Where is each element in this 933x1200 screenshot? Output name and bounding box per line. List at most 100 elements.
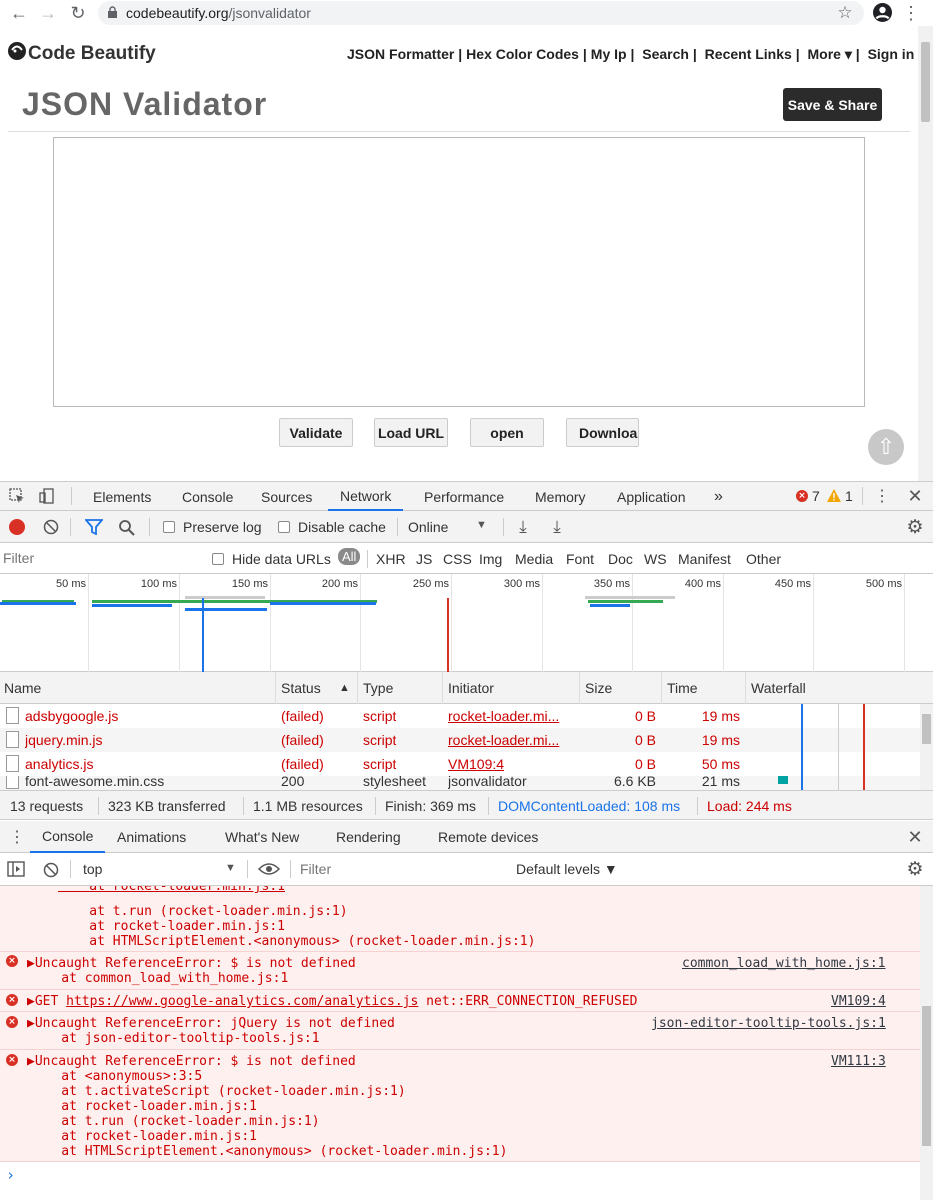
- network-filter-input[interactable]: [3, 547, 196, 569]
- forward-arrow-icon[interactable]: →: [37, 2, 59, 24]
- bookmark-star-icon[interactable]: ☆: [834, 2, 856, 24]
- reload-icon[interactable]: ↻: [67, 2, 89, 24]
- console-filter-input[interactable]: [300, 858, 505, 880]
- drawer-tab-animations[interactable]: Animations: [117, 821, 186, 853]
- row-initiator-link[interactable]: rocket-loader.mi...: [448, 732, 576, 748]
- row-initiator-link[interactable]: VM109:4: [448, 756, 576, 772]
- open-button[interactable]: open: [470, 418, 544, 447]
- filter-doc[interactable]: Doc: [608, 551, 633, 567]
- nav-search[interactable]: Search |: [642, 46, 697, 62]
- close-devtools-icon[interactable]: ✕: [905, 485, 925, 507]
- filter-media[interactable]: Media: [515, 551, 553, 567]
- error-text[interactable]: ▶Uncaught ReferenceError: $ is not defin…: [27, 1054, 356, 1069]
- json-input-textarea[interactable]: [53, 137, 865, 407]
- error-text[interactable]: ▶Uncaught ReferenceError: $ is not defin…: [27, 956, 356, 971]
- drawer-menu-icon[interactable]: ⋮: [9, 828, 25, 846]
- error-text[interactable]: ▶GET https://www.google-analytics.com/an…: [27, 994, 638, 1009]
- close-drawer-icon[interactable]: ✕: [905, 826, 925, 848]
- show-sidebar-icon[interactable]: [7, 861, 27, 879]
- sort-ascending-icon[interactable]: ▲: [339, 682, 350, 694]
- error-count-icon[interactable]: ×: [796, 490, 808, 502]
- stack-frame[interactable]: at common_load_with_home.js:1: [30, 971, 288, 986]
- col-name[interactable]: Name: [4, 680, 41, 696]
- network-overview-timeline[interactable]: 50 ms 100 ms 150 ms 200 ms 250 ms 300 ms…: [0, 574, 933, 672]
- devtools-menu-icon[interactable]: ⋮: [874, 485, 890, 507]
- nav-hex-color-codes[interactable]: Hex Color Codes |: [466, 46, 587, 62]
- row-initiator[interactable]: jsonvalidator: [448, 776, 576, 789]
- col-type[interactable]: Type: [363, 680, 393, 696]
- filter-css[interactable]: CSS: [443, 551, 472, 567]
- row-initiator-link[interactable]: rocket-loader.mi...: [448, 708, 576, 724]
- eye-icon[interactable]: [257, 862, 281, 876]
- table-row[interactable]: analytics.js (failed) script VM109:4 0 B…: [0, 752, 920, 776]
- network-settings-gear-icon[interactable]: ⚙: [905, 517, 925, 538]
- stack-frame[interactable]: at <anonymous>:3:5: [30, 1069, 202, 1084]
- clear-console-icon[interactable]: [42, 861, 60, 879]
- save-share-button[interactable]: Save & Share: [783, 88, 882, 121]
- filter-other[interactable]: Other: [746, 551, 781, 567]
- col-waterfall[interactable]: Waterfall: [751, 680, 806, 696]
- warning-count-icon[interactable]: [827, 489, 841, 502]
- col-status[interactable]: Status: [281, 680, 321, 696]
- load-url-button[interactable]: Load URL: [374, 418, 448, 447]
- kebab-menu-icon[interactable]: ⋮: [902, 2, 920, 24]
- console-output[interactable]: at rocket-loader.min.js:1 at t.run (rock…: [0, 886, 920, 1200]
- tab-console[interactable]: Console: [182, 482, 233, 511]
- stack-frame[interactable]: at t.run (rocket-loader.min.js:1): [30, 1114, 319, 1129]
- stack-frame[interactable]: at t.activateScript (rocket-loader.min.j…: [30, 1084, 405, 1099]
- scrollbar-thumb[interactable]: [922, 1006, 931, 1146]
- filter-all[interactable]: All: [338, 548, 361, 565]
- network-table-scrollbar[interactable]: [920, 704, 933, 790]
- console-error-message[interactable]: at rocket-loader.min.js:1 at t.run (rock…: [0, 886, 920, 952]
- filter-ws[interactable]: WS: [644, 551, 667, 567]
- console-settings-gear-icon[interactable]: ⚙: [905, 859, 925, 880]
- source-link[interactable]: VM109:4: [831, 994, 886, 1009]
- disable-cache-checkbox[interactable]: [278, 521, 290, 533]
- validate-button[interactable]: Validate: [279, 418, 353, 447]
- col-size[interactable]: Size: [585, 680, 612, 696]
- tab-memory[interactable]: Memory: [535, 482, 586, 511]
- back-arrow-icon[interactable]: ←: [8, 2, 30, 24]
- console-error-message[interactable]: × ▶Uncaught ReferenceError: jQuery is no…: [0, 1012, 920, 1050]
- page-scrollbar-thumb[interactable]: [921, 42, 930, 122]
- filter-font[interactable]: Font: [566, 551, 594, 567]
- throttling-select[interactable]: Online: [408, 519, 448, 535]
- more-tabs-icon[interactable]: »: [714, 482, 723, 511]
- stack-frame[interactable]: at json-editor-tooltip-tools.js:1: [30, 1031, 319, 1046]
- stack-frame[interactable]: at rocket-loader.min.js:1: [30, 1099, 257, 1114]
- inspect-element-icon[interactable]: [8, 487, 26, 505]
- filter-funnel-icon[interactable]: [84, 519, 104, 536]
- filter-img[interactable]: Img: [479, 551, 502, 567]
- context-dropdown-icon[interactable]: ▼: [225, 862, 236, 874]
- stack-frame[interactable]: at rocket-loader.min.js:1: [58, 919, 285, 934]
- address-bar[interactable]: codebeautify.org/jsonvalidator ☆: [98, 1, 864, 25]
- profile-avatar-icon[interactable]: [873, 3, 892, 22]
- col-time[interactable]: Time: [667, 680, 698, 696]
- col-initiator[interactable]: Initiator: [448, 680, 494, 696]
- table-row[interactable]: jquery.min.js (failed) script rocket-loa…: [0, 728, 920, 752]
- filter-xhr[interactable]: XHR: [376, 551, 406, 567]
- nav-my-ip[interactable]: My Ip |: [591, 46, 635, 62]
- drawer-tab-whats-new[interactable]: What's New: [225, 821, 299, 853]
- import-har-icon[interactable]: ⤓: [514, 517, 532, 536]
- nav-recent-links[interactable]: Recent Links |: [705, 46, 800, 62]
- scroll-to-top-icon[interactable]: ⇧: [868, 429, 904, 465]
- console-prompt[interactable]: ›: [6, 1166, 15, 1184]
- context-select[interactable]: top: [83, 861, 102, 877]
- tab-application[interactable]: Application: [617, 482, 686, 511]
- log-levels-select[interactable]: Default levels ▼: [516, 861, 618, 877]
- stack-frame[interactable]: at rocket-loader.min.js:1: [30, 1129, 257, 1144]
- hide-data-urls-checkbox[interactable]: [212, 553, 224, 565]
- error-count[interactable]: 7: [812, 488, 820, 504]
- warning-count[interactable]: 1: [845, 488, 853, 504]
- nav-more[interactable]: More ▾ |: [808, 46, 860, 62]
- filter-manifest[interactable]: Manifest: [678, 551, 731, 567]
- filter-js[interactable]: JS: [416, 551, 432, 567]
- download-button[interactable]: Download: [566, 418, 639, 447]
- error-text[interactable]: ▶Uncaught ReferenceError: jQuery is not …: [27, 1016, 395, 1031]
- source-link[interactable]: common_load_with_home.js:1: [682, 956, 886, 971]
- record-icon[interactable]: [9, 519, 25, 535]
- source-link[interactable]: json-editor-tooltip-tools.js:1: [651, 1016, 886, 1031]
- request-url-link[interactable]: https://www.google-analytics.com/analyti…: [66, 994, 418, 1009]
- search-icon[interactable]: [118, 519, 136, 537]
